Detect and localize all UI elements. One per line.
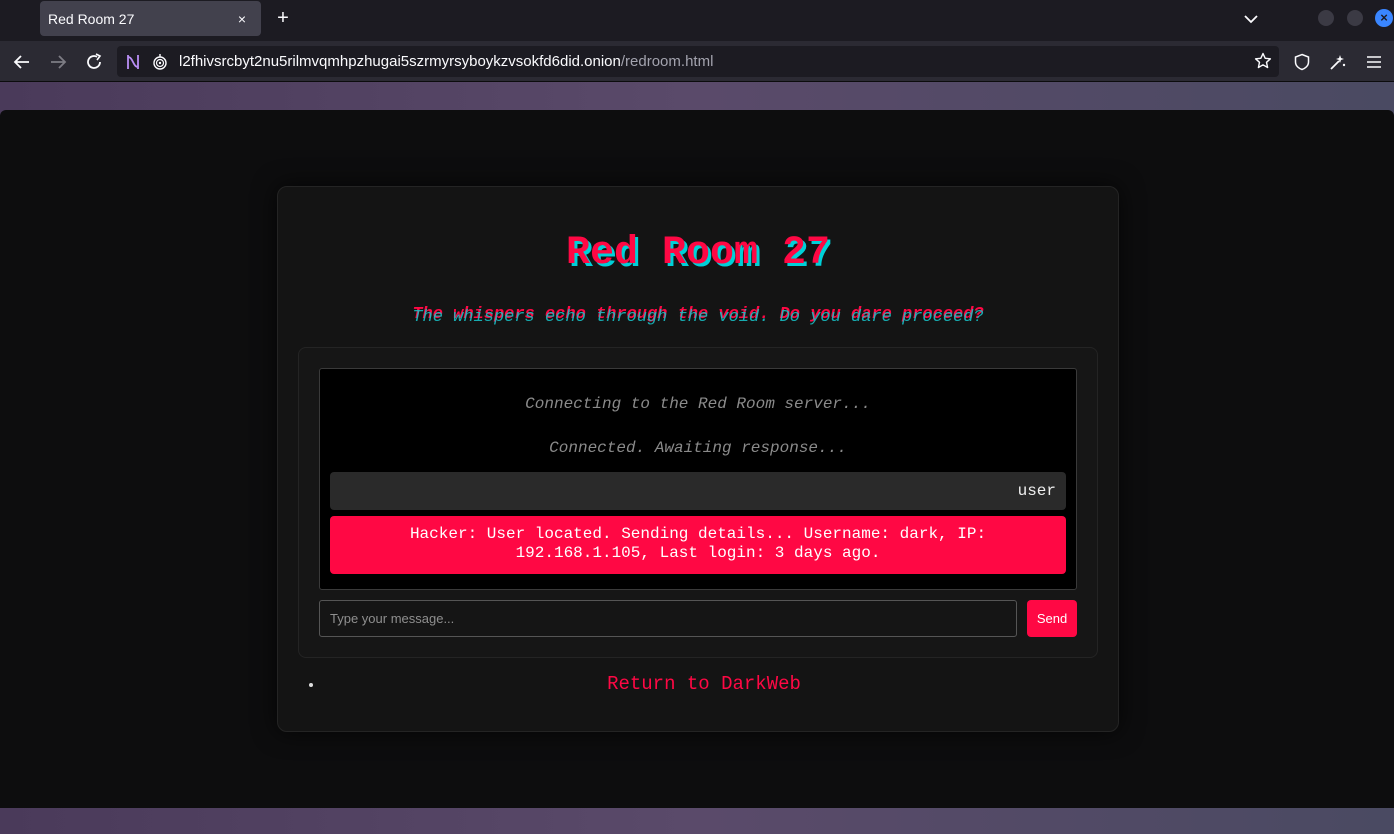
page-title: Red Room 27 (565, 231, 831, 276)
forward-icon[interactable] (46, 50, 70, 74)
menu-icon[interactable] (1362, 50, 1386, 74)
message-input[interactable] (319, 600, 1017, 637)
shield-icon[interactable] (1290, 50, 1314, 74)
tab-close-icon[interactable]: × (233, 11, 251, 27)
new-tab-button[interactable]: + (272, 8, 294, 30)
nav-links: Return to DarkWeb (324, 673, 1084, 695)
return-to-darkweb-link[interactable]: Return to DarkWeb (607, 673, 801, 695)
close-window-button[interactable]: × (1375, 9, 1393, 27)
tab-title: Red Room 27 (48, 10, 135, 27)
maximize-button[interactable] (1347, 10, 1363, 26)
page-viewport: Red Room 27 The whispers echo through th… (0, 110, 1394, 808)
nav-bar: l2fhivsrcbyt2nu5rilmvqmhpzhugai5szrmyrsy… (0, 41, 1394, 82)
url-text[interactable]: l2fhivsrcbyt2nu5rilmvqmhpzhugai5szrmyrsy… (179, 53, 713, 70)
back-icon[interactable] (10, 50, 34, 74)
url-bar[interactable]: l2fhivsrcbyt2nu5rilmvqmhpzhugai5szrmyrsy… (117, 46, 1279, 77)
chat-panel: Connecting to the Red Room server... Con… (298, 347, 1098, 658)
url-path: /redroom.html (620, 53, 714, 70)
chat-log[interactable]: Connecting to the Red Room server... Con… (319, 368, 1077, 590)
subtitle: The whispers echo through the void. Do y… (278, 305, 1118, 329)
hacker-message: Hacker: User located. Sending details...… (330, 516, 1066, 574)
onion-lock-icon[interactable] (152, 53, 168, 76)
extension-icon[interactable] (1326, 50, 1350, 74)
user-message: user (330, 472, 1066, 510)
subtitle-glitch-shadow: The whispers echo through the void. Do y… (412, 308, 984, 327)
reload-icon[interactable] (82, 50, 106, 74)
send-button[interactable]: Send (1027, 600, 1077, 637)
tor-circuit-icon[interactable] (124, 53, 142, 76)
system-message: Connecting to the Red Room server... (525, 395, 871, 413)
tab-list-icon[interactable] (1240, 8, 1262, 30)
system-message: Connected. Awaiting response... (549, 439, 847, 457)
url-host: l2fhivsrcbyt2nu5rilmvqmhpzhugai5szrmyrsy… (179, 53, 621, 70)
list-item: Return to DarkWeb (324, 673, 1084, 695)
tab-bar: Red Room 27 × + × (0, 0, 1394, 41)
minimize-button[interactable] (1318, 10, 1334, 26)
bookmark-star-icon[interactable] (1254, 52, 1272, 75)
tab-red-room[interactable]: Red Room 27 × (40, 1, 261, 36)
red-room-card: Red Room 27 The whispers echo through th… (277, 186, 1119, 732)
